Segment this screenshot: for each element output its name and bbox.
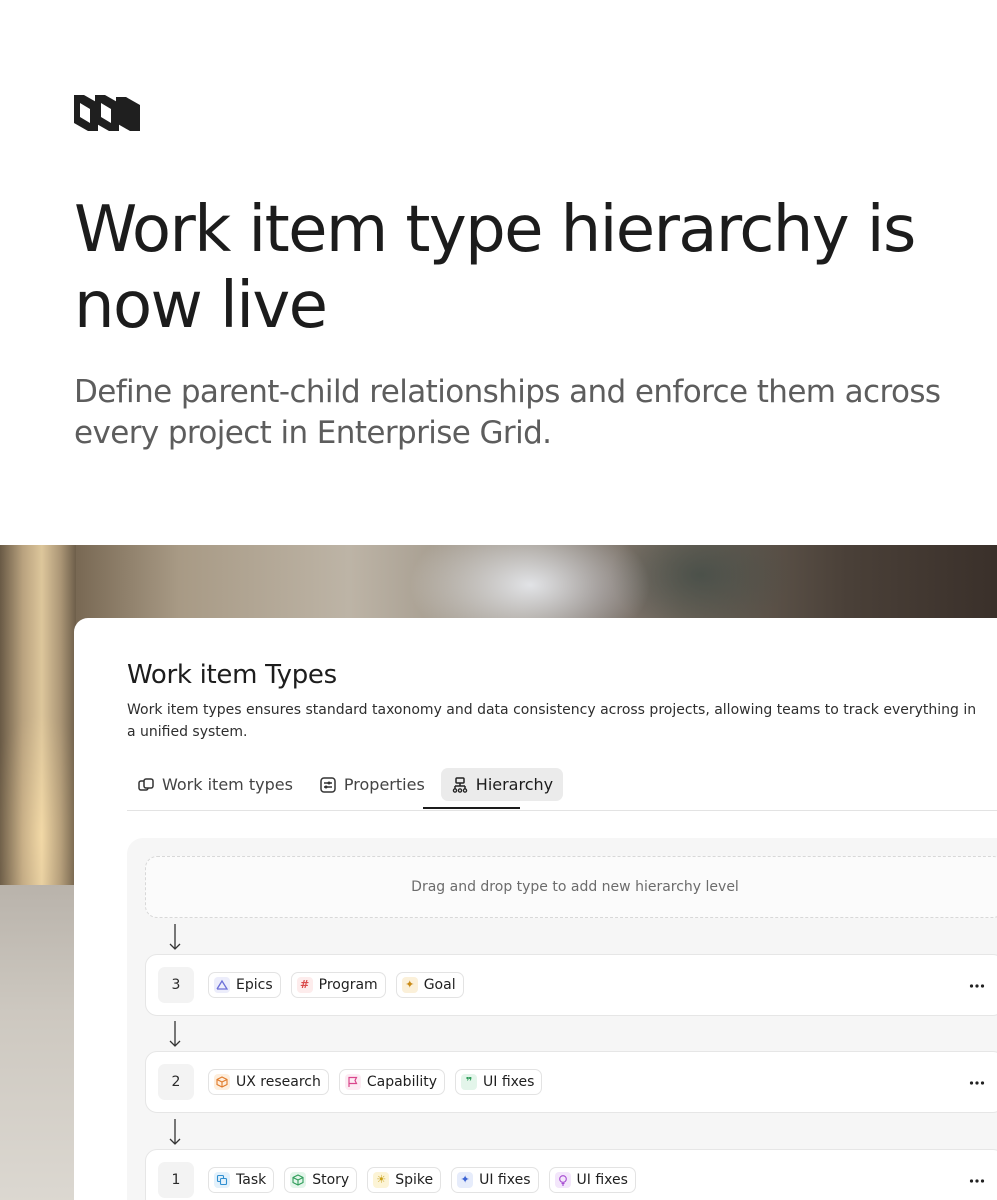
level-number: 2	[158, 1064, 194, 1100]
tab-label: Hierarchy	[475, 775, 554, 794]
type-chip-label: Epics	[236, 977, 273, 993]
flag-icon	[344, 1074, 361, 1090]
cube-icon	[290, 1172, 307, 1188]
tab-bar: Work item types Properties Hierarchy	[127, 768, 564, 801]
type-chip-label: UI fixes	[483, 1074, 535, 1090]
tab-hierarchy[interactable]: Hierarchy	[440, 768, 564, 801]
layers-icon	[214, 1172, 230, 1188]
stars-icon: ✦	[457, 1172, 474, 1188]
panel-title: Work item Types	[127, 660, 337, 690]
type-chip-label: Goal	[423, 977, 456, 993]
box-icon	[214, 1074, 230, 1090]
type-chip-label: Program	[318, 977, 378, 993]
page-headline: Work item type hierarchy is now live	[74, 193, 916, 343]
type-chip-label: Spike	[395, 1172, 434, 1188]
type-chip-label: UI fixes	[576, 1172, 628, 1188]
type-chip-capability[interactable]: Capability	[338, 1069, 446, 1095]
type-chip-ui-fixes[interactable]: UI fixes	[548, 1167, 636, 1193]
active-tab-indicator	[423, 807, 520, 809]
type-chip-goal[interactable]: ✦ Goal	[395, 972, 464, 998]
type-chip-label: Story	[312, 1172, 350, 1188]
more-options-icon[interactable]	[968, 977, 986, 995]
type-chip-ui-fixes[interactable]: ❞ UI fixes	[455, 1069, 543, 1095]
tab-label: Properties	[343, 775, 425, 794]
quote-icon: ❞	[461, 1074, 478, 1090]
type-chip-label: UI fixes	[479, 1172, 531, 1188]
brand-logo-icon	[74, 95, 140, 131]
type-chip-label: Task	[236, 1172, 267, 1188]
photo-pillar	[0, 545, 76, 890]
type-chip-label: Capability	[366, 1074, 438, 1090]
type-chip-story[interactable]: Story	[284, 1167, 358, 1193]
sun-icon: ☀	[373, 1172, 390, 1188]
level-number: 1	[158, 1162, 194, 1198]
type-chip-ux-research[interactable]: UX research	[208, 1069, 329, 1095]
panel-description: Work item types ensures standard taxonom…	[127, 702, 977, 740]
down-arrow-icon	[168, 922, 182, 952]
bulb-icon	[554, 1172, 571, 1188]
hierarchy-board: Drag and drop type to add new hierarchy …	[127, 838, 997, 1200]
type-chip-label: UX research	[236, 1074, 321, 1090]
tabs-divider	[127, 810, 997, 811]
hierarchy-level-3[interactable]: 3 Epics # Program ✦ Goal	[145, 954, 997, 1016]
tab-work-item-types[interactable]: Work item types	[127, 768, 303, 801]
down-arrow-icon	[168, 1019, 182, 1049]
mountain-icon	[214, 977, 230, 993]
type-chip-ui-fixes[interactable]: ✦ UI fixes	[451, 1167, 539, 1193]
level-type-list: Task Story ☀ Spike ✦ UI fixes UI fixes	[208, 1167, 636, 1193]
level-type-list: UX research Capability ❞ UI fixes	[208, 1069, 543, 1095]
photo-floor	[0, 885, 80, 1200]
hierarchy-dropzone[interactable]: Drag and drop type to add new hierarchy …	[145, 856, 997, 918]
more-options-icon[interactable]	[968, 1172, 986, 1190]
hierarchy-level-2[interactable]: 2 UX research Capability ❞ UI fixes	[145, 1051, 997, 1113]
hierarchy-icon	[452, 776, 468, 793]
type-chip-program[interactable]: # Program	[290, 972, 386, 998]
page-subheadline: Define parent-child relationships and en…	[74, 374, 941, 451]
level-type-list: Epics # Program ✦ Goal	[208, 972, 464, 998]
type-chip-spike[interactable]: ☀ Spike	[367, 1167, 442, 1193]
hierarchy-level-1[interactable]: 1 Task Story ☀ Spike ✦ UI fixes UI fixes	[145, 1149, 997, 1200]
sliders-icon	[320, 776, 336, 793]
level-number: 3	[158, 967, 194, 1003]
tab-properties[interactable]: Properties	[309, 768, 435, 801]
type-chip-epics[interactable]: Epics	[208, 972, 281, 998]
down-arrow-icon	[168, 1117, 182, 1147]
work-item-types-panel: Work item Types Work item types ensures …	[74, 618, 997, 1200]
sparkle-icon: ✦	[401, 977, 418, 993]
type-chip-task[interactable]: Task	[208, 1167, 275, 1193]
stack-icon	[138, 777, 154, 791]
tab-label: Work item types	[162, 775, 293, 794]
more-options-icon[interactable]	[968, 1074, 986, 1092]
hash-icon: #	[296, 977, 313, 993]
